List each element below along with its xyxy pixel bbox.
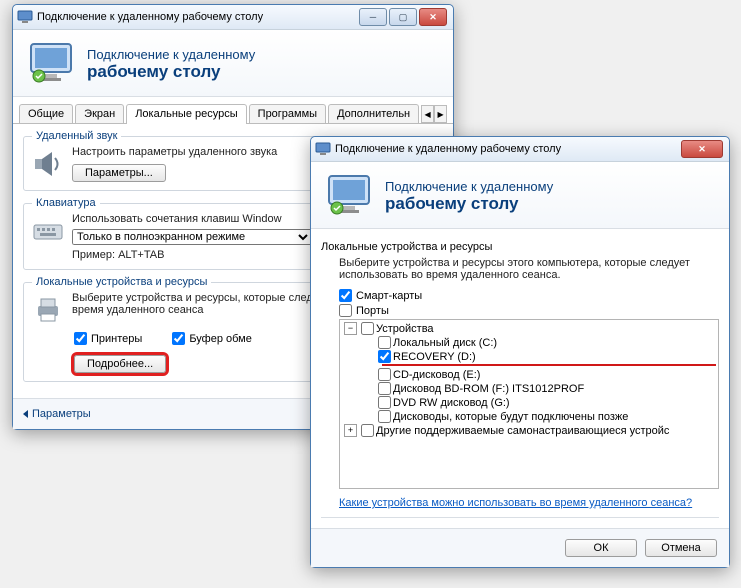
tabbar: Общие Экран Локальные ресурсы Программы … (13, 97, 453, 124)
tab-scroll-right[interactable]: ▶ (434, 105, 447, 123)
expander-plus-icon[interactable]: + (344, 424, 357, 437)
banner-line2: рабочему столу (87, 62, 255, 82)
rdp-more-dialog: Подключение к удаленному рабочему столу … (310, 136, 730, 568)
node-other-checkbox[interactable] (361, 424, 374, 437)
rdp-icon (315, 141, 331, 157)
help-link[interactable]: Какие устройства можно использовать во в… (339, 497, 692, 509)
node-other[interactable]: Другие поддерживаемые самонастраивающиес… (376, 425, 669, 437)
window-title: Подключение к удаленному рабочему столу (335, 143, 681, 155)
cancel-button[interactable]: Отмена (645, 539, 717, 557)
node-cd-checkbox[interactable] (378, 368, 391, 381)
more-button[interactable]: Подробнее... (74, 355, 166, 373)
monitor-icon (27, 40, 75, 88)
printers-checkbox[interactable]: Принтеры (74, 332, 142, 345)
banner-line2: рабочему столу (385, 194, 553, 214)
audio-settings-button[interactable]: Параметры... (72, 164, 166, 182)
tab-additional[interactable]: Дополнительн (328, 104, 419, 123)
node-recovery[interactable]: RECOVERY (D:) (393, 351, 476, 363)
node-later-checkbox[interactable] (378, 410, 391, 423)
legend-audio: Удаленный звук (32, 130, 121, 142)
node-bd-checkbox[interactable] (378, 382, 391, 395)
tab-local-resources[interactable]: Локальные ресурсы (126, 104, 246, 124)
keyboard-mode-select[interactable]: Только в полноэкранном режиме (72, 229, 312, 245)
banner: Подключение к удаленному рабочему столу (311, 162, 729, 229)
maximize-button[interactable]: ▢ (389, 8, 417, 26)
legend-keyboard: Клавиатура (32, 197, 100, 209)
window-title: Подключение к удаленному рабочему столу (37, 11, 359, 23)
printer-icon (32, 294, 64, 326)
tab-scroll-left[interactable]: ◀ (421, 105, 434, 123)
speaker-icon (32, 148, 64, 180)
node-dvd[interactable]: DVD RW дисковод (G:) (393, 397, 510, 409)
rdp-icon (17, 9, 33, 25)
node-cd[interactable]: CD-дисковод (E:) (393, 369, 480, 381)
smartcards-checkbox[interactable]: Смарт-карты (339, 289, 719, 302)
tab-display[interactable]: Экран (75, 104, 124, 123)
expander-minus-icon[interactable]: − (344, 322, 357, 335)
node-devices-checkbox[interactable] (361, 322, 374, 335)
node-recovery-checkbox[interactable] (378, 350, 391, 363)
highlight-line (382, 364, 716, 366)
ok-button[interactable]: ОК (565, 539, 637, 557)
close-button[interactable]: ✕ (419, 8, 447, 26)
section-title: Локальные устройства и ресурсы (321, 241, 719, 253)
node-localdisk-checkbox[interactable] (378, 336, 391, 349)
banner: Подключение к удаленному рабочему столу (13, 30, 453, 97)
node-bd[interactable]: Дисковод BD-ROM (F:) ITS1012PROF (393, 383, 584, 395)
tab-general[interactable]: Общие (19, 104, 73, 123)
banner-line1: Подключение к удаленному (87, 47, 255, 62)
keyboard-icon (32, 215, 64, 247)
devices-tree[interactable]: − Устройства Локальный диск (C:) RECOVER… (339, 319, 719, 489)
close-button[interactable]: ✕ (681, 140, 723, 158)
hide-options-toggle[interactable]: Параметры (23, 408, 91, 420)
monitor-icon (325, 172, 373, 220)
node-localdisk[interactable]: Локальный диск (C:) (393, 337, 497, 349)
tab-programs[interactable]: Программы (249, 104, 326, 123)
divider (321, 517, 719, 518)
clipboard-checkbox[interactable]: Буфер обме (172, 332, 252, 345)
ports-checkbox[interactable]: Порты (339, 304, 719, 317)
minimize-button[interactable]: ─ (359, 8, 387, 26)
node-later[interactable]: Дисководы, которые будут подключены позж… (393, 411, 628, 423)
caret-left-icon (23, 410, 28, 418)
titlebar[interactable]: Подключение к удаленному рабочему столу … (311, 137, 729, 162)
legend-devices: Локальные устройства и ресурсы (32, 276, 211, 288)
node-dvd-checkbox[interactable] (378, 396, 391, 409)
instruction-text: Выберите устройства и ресурсы этого комп… (339, 257, 719, 281)
titlebar[interactable]: Подключение к удаленному рабочему столу … (13, 5, 453, 30)
node-devices[interactable]: Устройства (376, 323, 434, 335)
banner-line1: Подключение к удаленному (385, 179, 553, 194)
